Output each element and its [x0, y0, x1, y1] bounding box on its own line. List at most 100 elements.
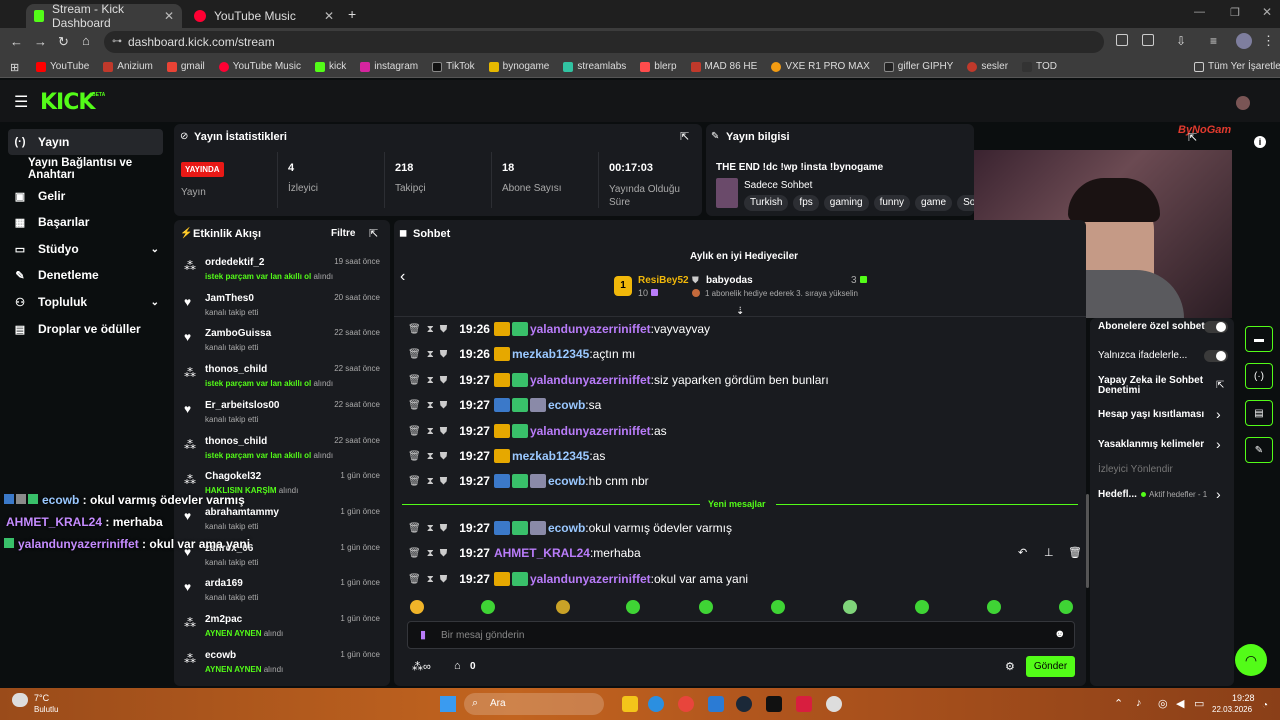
app-icon[interactable] [708, 696, 724, 712]
delete-icon[interactable]: 🗑 [408, 375, 421, 386]
chat-input[interactable]: ▮ Bir mesaj gönderin ☻ [407, 621, 1075, 649]
delete-icon[interactable]: 🗑 [408, 574, 421, 585]
message-username[interactable]: yalandunyazerriniffet [530, 322, 651, 336]
message-username[interactable]: mezkab12345 [512, 347, 589, 361]
volume-icon[interactable]: ◀ [1176, 697, 1184, 710]
second-gifter-name[interactable]: babyodas [706, 275, 753, 286]
ban-icon[interactable]: ⛊ [440, 426, 448, 437]
bookmark-item[interactable]: VXE R1 PRO MAX [771, 61, 870, 72]
delete-icon[interactable]: 🗑 [408, 523, 421, 534]
activity-item[interactable]: ♥ ZamboGuissa 22 saat önce kanalı takip ett… [180, 326, 380, 362]
forward-icon[interactable]: → [34, 34, 47, 49]
minimize-icon[interactable]: — [1194, 6, 1205, 18]
message-username[interactable]: yalandunyazerriniffet [530, 373, 651, 387]
ban-icon[interactable]: ⛊ [440, 324, 448, 335]
microphone-icon[interactable]: ▮ [420, 628, 426, 641]
emote-icon[interactable] [915, 600, 929, 614]
obs-icon[interactable] [826, 696, 842, 712]
activity-item[interactable]: ♥ JamThes0 20 saat önce kanalı takip etti [180, 291, 380, 327]
bookmark-item[interactable]: bynogame [488, 61, 549, 72]
timeout-icon[interactable]: ⧗ [427, 426, 434, 437]
activity-item[interactable]: ♥ arda169 1 gün önce kanalı takip etti [180, 576, 380, 612]
filter-button[interactable]: Filtre [331, 228, 355, 239]
puzzle-icon[interactable] [1142, 34, 1154, 46]
timeout-icon[interactable]: ⧗ [427, 523, 434, 534]
profile-avatar[interactable] [1236, 33, 1252, 49]
tag[interactable]: gaming [823, 195, 869, 211]
bookmark-item[interactable]: MAD 86 HE [690, 61, 757, 72]
message-username[interactable]: ecowb [548, 398, 585, 412]
chat-message[interactable]: 🗑 ⧗ ⛊ 19:27 yalandunyazerriniffet: okul var … [408, 568, 748, 590]
user-avatar[interactable] [1236, 96, 1250, 110]
chrome-icon[interactable] [678, 696, 694, 712]
tools-button[interactable]: ✎ [1245, 437, 1273, 463]
hamburger-menu-icon[interactable]: ☰ [14, 92, 28, 112]
sidebar-item-gelir[interactable]: ▣ Gelir [8, 183, 163, 209]
sidebar-item-yayin[interactable]: (·) Yayın [8, 129, 163, 155]
expand-icon[interactable]: ⇱ [680, 130, 689, 143]
activity-item[interactable]: ♥ Er_arbeitslos00 22 saat önce kanalı takip… [180, 398, 380, 434]
emote-icon[interactable] [771, 600, 785, 614]
ban-icon[interactable]: ⛊ [440, 548, 448, 559]
network-icon[interactable]: ◎ [1158, 697, 1168, 710]
bookmark-item[interactable]: TOD [1022, 61, 1057, 72]
delete-icon[interactable]: 🗑 [408, 476, 421, 487]
mic-icon[interactable]: ♪ [1136, 697, 1142, 709]
close-tab-icon[interactable]: ✕ [164, 9, 174, 23]
reload-icon[interactable]: ↻ [58, 34, 69, 50]
battery-icon[interactable]: ▭ [1194, 697, 1204, 710]
timeout-icon[interactable]: ⧗ [427, 349, 434, 360]
activity-item[interactable]: ⁂ ecowb 1 gün önce AYNEN AYNEN alındı [180, 648, 380, 684]
emote-icon[interactable] [1059, 600, 1073, 614]
chat-popout-button[interactable]: ▬ [1245, 326, 1273, 352]
extension-icon[interactable] [1116, 34, 1128, 46]
delete-icon[interactable]: 🗑 [408, 349, 421, 360]
pin-icon[interactable]: ⊥ [1044, 546, 1054, 559]
steam-icon[interactable] [736, 696, 752, 712]
delete-icon[interactable]: 🗑 [408, 400, 421, 411]
channel-points-icon[interactable]: ⁂∞ [412, 660, 431, 673]
bookmark-item[interactable]: Anizium [103, 61, 153, 72]
bookmark-item[interactable]: TikTok [432, 61, 475, 72]
maximize-icon[interactable]: ❐ [1230, 6, 1240, 19]
taskbar-search[interactable]: ⌕ Ara [464, 693, 604, 715]
chat-message[interactable]: 🗑 ⧗ ⛊ 19:27 ecowb: sa [408, 394, 601, 416]
chat-message[interactable]: 🗑 ⧗ ⛊ 19:27 ecowb: hb cnm nbr [408, 470, 649, 492]
timeout-icon[interactable]: ⧗ [427, 476, 434, 487]
kick-logo[interactable]: KICK [40, 90, 95, 115]
epic-games-icon[interactable] [766, 696, 782, 712]
bookmark-item[interactable]: YouTube [36, 61, 89, 72]
sidebar-item-studyo[interactable]: ▭ Stüdyo ⌄ [8, 236, 163, 262]
timeout-icon[interactable]: ⧗ [427, 400, 434, 411]
activity-item[interactable]: ⁂ thonos_child 22 saat önce istek parçam va… [180, 434, 380, 470]
emote-icon[interactable] [987, 600, 1001, 614]
activity-item[interactable]: ⁂ ordedektif_2 19 saat önce istek parçam va… [180, 255, 380, 291]
subscriber-only-toggle[interactable] [1204, 321, 1228, 333]
chevron-right-icon[interactable]: › [1216, 486, 1221, 502]
bookmark-item[interactable]: instagram [360, 61, 418, 72]
tag[interactable]: game [915, 195, 953, 211]
ban-icon[interactable]: ⛊ [440, 349, 448, 360]
media-icon[interactable]: ≡ [1210, 34, 1217, 48]
message-username[interactable]: ecowb [548, 521, 585, 535]
edge-icon[interactable] [648, 696, 664, 712]
bookmark-item[interactable]: gifler GIPHY [883, 61, 953, 72]
emote-icon[interactable] [556, 600, 570, 614]
close-window-icon[interactable]: ✕ [1262, 5, 1272, 19]
chat-message[interactable]: 🗑 ⧗ ⛊ 19:26 mezkab12345: açtın mı [408, 343, 635, 365]
tag[interactable]: Soh [957, 195, 974, 211]
close-tab-icon[interactable]: ✕ [324, 9, 334, 23]
emoji-icon[interactable]: ☻ [1054, 628, 1066, 640]
all-bookmarks[interactable]: Tüm Yer İşaretleri [1194, 61, 1280, 72]
chevron-up-icon[interactable]: ⌃ [1114, 697, 1123, 710]
ban-icon[interactable]: ⛊ [440, 451, 448, 462]
tag[interactable]: fps [793, 195, 819, 211]
sidebar-item-droplar[interactable]: ▤ Droplar ve ödüller [8, 316, 163, 342]
chat-message[interactable]: 🗑 ⧗ ⛊ 19:27 yalandunyazerriniffet: as [408, 420, 667, 442]
home-icon[interactable]: ⌂ [82, 33, 90, 48]
bookmark-item[interactable]: streamlabs [563, 61, 626, 72]
timeout-icon[interactable]: ⧗ [427, 324, 434, 335]
account-age-label[interactable]: Hesap yaşı kısıtlaması [1098, 409, 1204, 420]
site-info-icon[interactable]: ⊶ [112, 31, 122, 53]
sidebar-item-basarilar[interactable]: ▦ Başarılar [8, 209, 163, 235]
